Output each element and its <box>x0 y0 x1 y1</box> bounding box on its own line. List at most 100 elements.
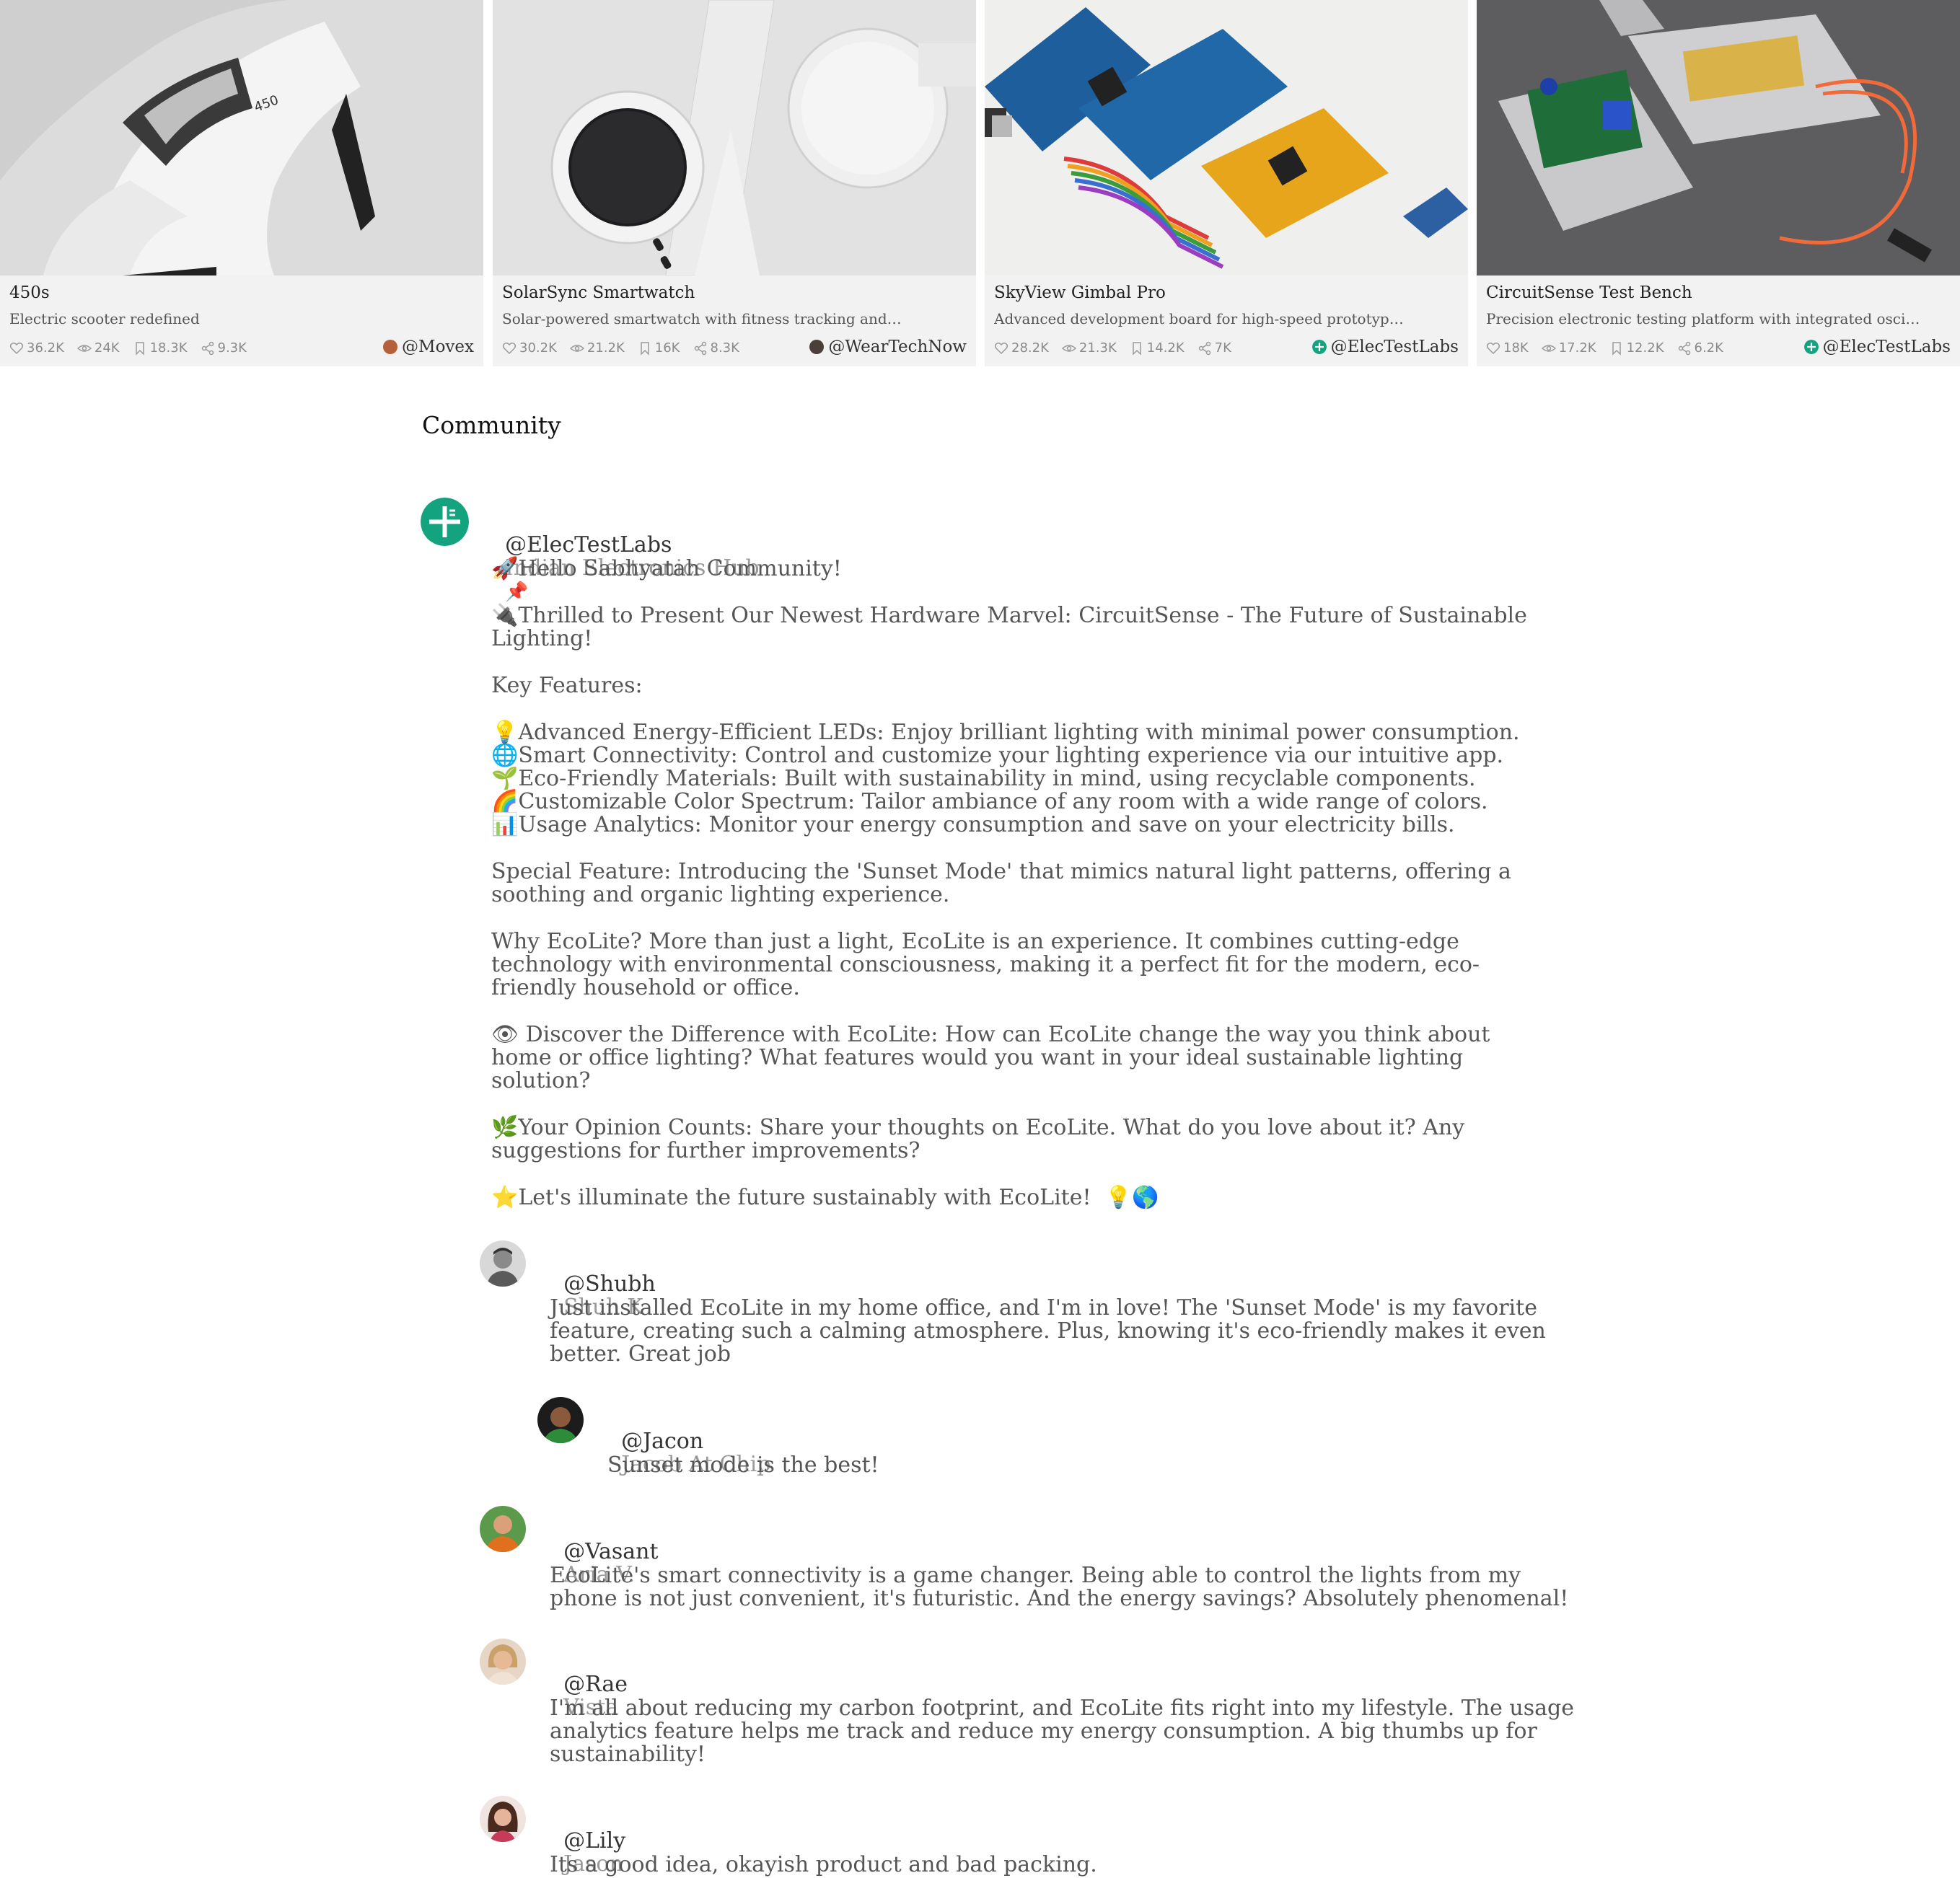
product-card-row: 450 450s Electric scooter redefined 36.2… <box>0 0 1960 368</box>
bookmark-icon <box>1612 341 1621 356</box>
product-author[interactable]: @Movex <box>383 338 474 356</box>
user-photo-icon <box>480 1240 526 1287</box>
product-image[interactable]: 450 <box>0 0 483 275</box>
elec-test-labs-logo-icon <box>421 498 469 546</box>
post-line: 👁 Discover the Difference with EcoLite: … <box>491 1022 1490 1047</box>
comment-line: analytics feature helps me track and red… <box>550 1719 1537 1744</box>
post-line: home or office lighting? What features w… <box>491 1045 1464 1070</box>
post-line: Why EcoLite? More than just a light, Eco… <box>491 929 1459 954</box>
product-stats: 36.2K 24K 18.3K 9.3K <box>9 340 260 356</box>
post-line: soothing and organic lighting experience… <box>491 882 950 907</box>
user-photo-icon <box>480 1639 526 1685</box>
product-card[interactable]: SolarSync Smartwatch Solar-powered smart… <box>493 0 976 366</box>
comment-avatar[interactable] <box>480 1506 526 1552</box>
reply-avatar[interactable] <box>537 1397 584 1443</box>
shares-stat[interactable]: 9.3K <box>201 340 247 356</box>
likes-count: 36.2K <box>27 340 64 356</box>
views-stat: 21.3K <box>1061 340 1117 356</box>
shares-count: 9.3K <box>217 340 247 356</box>
post-username[interactable]: @ElecTestLabs <box>505 532 672 557</box>
product-title[interactable]: 450s <box>9 283 50 302</box>
post-line: Key Features: <box>491 673 643 698</box>
product-title[interactable]: SkyView Gimbal Pro <box>994 283 1166 302</box>
comment-line: feature, creating such a calming atmosph… <box>550 1318 1546 1344</box>
eye-icon <box>569 344 584 352</box>
likes-count: 18K <box>1503 340 1529 356</box>
bookmark-icon <box>135 341 144 356</box>
eye-icon <box>1541 344 1556 352</box>
post-line: friendly household or office. <box>491 975 800 1000</box>
likes-stat[interactable]: 36.2K <box>9 340 64 356</box>
post-author-avatar[interactable] <box>421 498 469 546</box>
likes-stat[interactable]: 18K <box>1486 340 1529 356</box>
user-photo-icon <box>480 1506 526 1552</box>
share-icon <box>1198 341 1210 355</box>
product-stats: 30.2K 21.2K 16K 8.3K <box>502 340 752 356</box>
post-line: 🌈Customizable Color Spectrum: Tailor amb… <box>491 789 1488 814</box>
comment-avatar[interactable] <box>480 1639 526 1685</box>
post-line: technology with environmental consciousn… <box>491 952 1480 977</box>
comment-username[interactable]: @Lily <box>563 1828 625 1853</box>
post-line: 🚀Hello Sabhyatah Community! <box>491 556 842 581</box>
comment-username[interactable]: @Vasant <box>563 1539 658 1564</box>
product-card[interactable]: SkyView Gimbal Pro Advanced development … <box>985 0 1468 366</box>
product-card[interactable]: 450 450s Electric scooter redefined 36.2… <box>0 0 483 366</box>
comment-line: phone is not just convenient, it's futur… <box>550 1586 1569 1611</box>
views-count: 21.3K <box>1078 340 1117 356</box>
comment-line: better. Great job <box>550 1341 731 1367</box>
product-title[interactable]: SolarSync Smartwatch <box>502 283 695 302</box>
community-heading: Community <box>422 411 561 439</box>
product-author[interactable]: @ElecTestLabs <box>1803 338 1951 356</box>
post-line: 🌿Your Opinion Counts: Share your thought… <box>491 1115 1465 1140</box>
product-description: Electric scooter redefined <box>9 310 200 327</box>
author-handle: @WearTechNow <box>828 338 967 356</box>
comment-username[interactable]: @Shubh <box>563 1271 656 1297</box>
post-line: 🌐Smart Connectivity: Control and customi… <box>491 743 1504 768</box>
bookmark-icon <box>641 341 649 356</box>
product-card[interactable]: CircuitSense Test Bench Precision electr… <box>1477 0 1960 366</box>
elec-test-labs-logo-icon <box>1311 340 1327 354</box>
post-line: 📊Usage Analytics: Monitor your energy co… <box>491 812 1455 837</box>
product-image[interactable] <box>1477 0 1960 275</box>
saves-stat[interactable]: 12.2K <box>1609 340 1664 356</box>
saves-count: 14.2K <box>1146 340 1185 356</box>
product-stats: 18K 17.2K 12.2K 6.2K <box>1486 340 1736 356</box>
heart-icon <box>1486 342 1500 354</box>
product-author[interactable]: @ElecTestLabs <box>1311 338 1459 356</box>
views-stat: 17.2K <box>1541 340 1596 356</box>
shares-stat[interactable]: 6.2K <box>1677 340 1723 356</box>
shares-stat[interactable]: 7K <box>1197 340 1231 356</box>
product-image[interactable] <box>985 0 1468 275</box>
comment-line: sustainability! <box>550 1742 706 1767</box>
post-line: 🔌Thrilled to Present Our Newest Hardware… <box>491 603 1527 628</box>
share-icon <box>1678 341 1690 355</box>
author-handle: @ElecTestLabs <box>1330 338 1459 356</box>
likes-stat[interactable]: 30.2K <box>502 340 557 356</box>
elec-test-labs-logo-icon <box>1803 340 1819 354</box>
post-line: suggestions for further improvements? <box>491 1138 920 1163</box>
comment-line: Its a good idea, okayish product and bad… <box>550 1852 1097 1877</box>
comment-avatar[interactable] <box>480 1796 526 1842</box>
product-image[interactable] <box>493 0 976 275</box>
author-avatar <box>809 340 825 354</box>
comment-username[interactable]: @Rae <box>563 1672 628 1697</box>
saves-count: 16K <box>654 340 680 356</box>
post-line: 💡Advanced Energy-Efficient LEDs: Enjoy b… <box>491 720 1520 745</box>
likes-stat[interactable]: 28.2K <box>994 340 1049 356</box>
product-title[interactable]: CircuitSense Test Bench <box>1486 283 1692 302</box>
post-line: solution? <box>491 1068 591 1093</box>
reply-username[interactable]: @Jacon <box>621 1429 703 1454</box>
reply-line: Sunset mode is the best! <box>607 1452 879 1478</box>
saves-count: 12.2K <box>1626 340 1664 356</box>
shares-stat[interactable]: 8.3K <box>693 340 739 356</box>
saves-stat[interactable]: 14.2K <box>1130 340 1185 356</box>
post-line: Lighting! <box>491 626 593 651</box>
comment-avatar[interactable] <box>480 1240 526 1287</box>
saves-stat[interactable]: 18.3K <box>133 340 188 356</box>
share-icon <box>201 341 214 355</box>
heart-icon <box>994 342 1008 354</box>
share-icon <box>694 341 706 355</box>
product-author[interactable]: @WearTechNow <box>809 338 967 356</box>
saves-stat[interactable]: 16K <box>638 340 680 356</box>
author-avatar <box>383 340 398 354</box>
